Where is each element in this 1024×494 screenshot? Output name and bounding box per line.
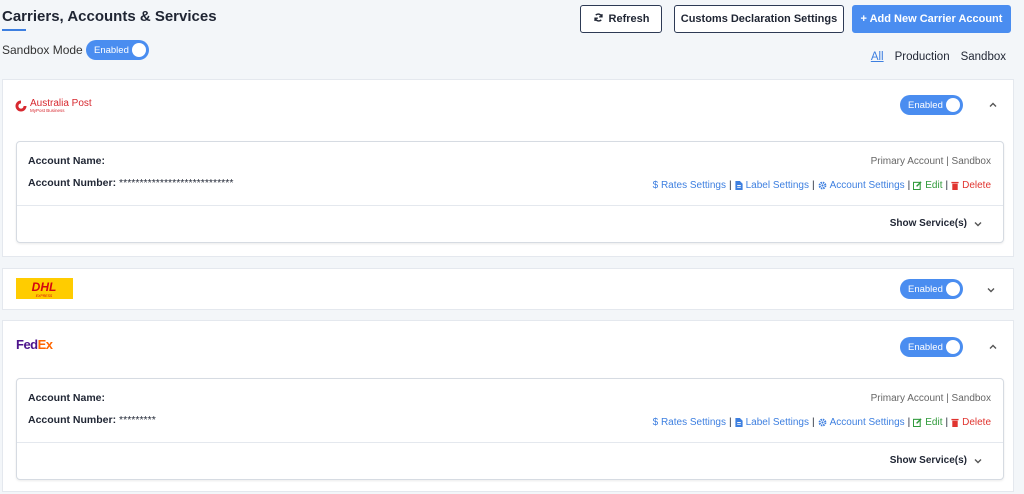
sandbox-toggle-label: Enabled — [94, 44, 129, 56]
carrier-panel-australia-post: Australia Post MyPost Business Enabled A… — [2, 79, 1014, 257]
edit-icon — [913, 418, 922, 427]
gear-icon — [818, 418, 826, 427]
label-settings-link[interactable]: Label Settings — [734, 180, 809, 191]
refresh-button[interactable]: Refresh — [580, 5, 662, 33]
dhl-enabled-toggle[interactable]: Enabled — [900, 279, 963, 299]
page-title: Carriers, Accounts & Services — [2, 8, 217, 25]
account-name-label: Account Name: — [28, 155, 106, 167]
label-settings-text: Label Settings — [745, 417, 809, 428]
toggle-knob — [132, 43, 146, 57]
rates-settings-link[interactable]: $ Rates Settings — [653, 180, 726, 191]
account-name-label: Account Name: — [28, 392, 106, 404]
toggle-knob — [946, 340, 960, 354]
dhl-logo-text: DHL — [32, 280, 57, 294]
toggle-label: Enabled — [908, 283, 943, 295]
account-meta: Primary Account | Sandbox — [870, 156, 991, 167]
show-services-toggle[interactable]: Show Service(s) — [890, 455, 983, 466]
show-services-label: Show Service(s) — [889, 218, 967, 229]
account-number-value: ********* — [119, 414, 156, 426]
australia-post-logo-subtext: MyPost Business — [30, 108, 65, 113]
toggle-label: Enabled — [908, 99, 943, 111]
rates-settings-link[interactable]: $ Rates Settings — [653, 417, 726, 428]
account-settings-text: Account Settings — [829, 180, 905, 191]
trash-icon — [951, 181, 959, 190]
filter-production[interactable]: Production — [895, 51, 950, 63]
chevron-up-icon[interactable] — [988, 342, 998, 352]
edit-link[interactable]: Edit — [913, 417, 942, 428]
account-card: Account Name: Account Number: ********* … — [16, 378, 1004, 480]
toggle-knob — [946, 98, 960, 112]
trash-icon — [951, 418, 959, 427]
australia-post-enabled-toggle[interactable]: Enabled — [900, 95, 963, 115]
fedex-logo-ex: Ex — [37, 337, 53, 352]
delete-link[interactable]: Delete — [951, 180, 991, 191]
fedex-enabled-toggle[interactable]: Enabled — [900, 337, 963, 357]
fedex-logo-fed: Fed — [16, 337, 38, 352]
carrier-panel-dhl: DHL EXPRESS Enabled — [2, 268, 1014, 310]
account-card: Account Name: Account Number: **********… — [16, 141, 1004, 243]
account-number: Account Number: ************************… — [28, 177, 233, 189]
delete-link[interactable]: Delete — [951, 417, 991, 428]
environment-filters: All Production Sandbox — [871, 51, 1006, 63]
label-settings-text: Label Settings — [745, 180, 809, 191]
toggle-label: Enabled — [908, 341, 943, 353]
delete-text: Delete — [962, 180, 991, 191]
account-number-label: Account Number: — [28, 414, 117, 426]
fedex-logo: FedEx — [16, 337, 53, 352]
carrier-panel-fedex: FedEx Enabled Account Name: Account Numb… — [2, 320, 1014, 492]
customs-label: Customs Declaration Settings — [680, 13, 838, 25]
edit-link[interactable]: Edit — [913, 180, 942, 191]
separator: | — [728, 417, 732, 428]
account-actions: $ Rates Settings | Label Settings | Acco… — [653, 180, 991, 191]
chevron-up-icon[interactable] — [988, 100, 998, 110]
separator: | — [945, 180, 949, 191]
gear-icon — [818, 181, 826, 190]
separator: | — [728, 180, 732, 191]
title-underline — [2, 29, 26, 31]
edit-text: Edit — [925, 180, 943, 191]
sandbox-mode-label: Sandbox Mode — [2, 43, 83, 57]
filter-all[interactable]: All — [871, 51, 884, 63]
card-divider — [17, 205, 1003, 206]
chevron-down-icon — [973, 456, 983, 466]
dhl-logo: DHL EXPRESS — [16, 278, 73, 299]
add-carrier-label: + Add New Carrier Account — [860, 13, 1003, 25]
account-meta: Primary Account | Sandbox — [870, 393, 991, 404]
australia-post-logo: Australia Post MyPost Business — [15, 99, 92, 114]
separator: | — [811, 180, 815, 191]
separator: | — [945, 417, 949, 428]
add-carrier-account-button[interactable]: + Add New Carrier Account — [852, 5, 1011, 33]
delete-text: Delete — [962, 417, 991, 428]
edit-text: Edit — [925, 417, 943, 428]
separator: | — [907, 180, 911, 191]
customs-declaration-settings-button[interactable]: Customs Declaration Settings — [674, 5, 844, 33]
account-number: Account Number: ********* — [28, 414, 156, 426]
australia-post-emblem-icon — [15, 100, 27, 112]
refresh-icon — [593, 12, 604, 26]
toggle-knob — [946, 282, 960, 296]
account-settings-link[interactable]: Account Settings — [818, 417, 905, 428]
document-icon — [734, 418, 743, 427]
show-services-toggle[interactable]: Show Service(s) — [890, 218, 983, 229]
card-divider — [17, 442, 1003, 443]
account-settings-text: Account Settings — [829, 417, 905, 428]
sandbox-mode-toggle[interactable]: Enabled — [86, 40, 149, 60]
show-services-label: Show Service(s) — [889, 455, 967, 466]
chevron-down-icon[interactable] — [986, 285, 996, 295]
filter-sandbox[interactable]: Sandbox — [961, 51, 1006, 63]
edit-icon — [913, 181, 922, 190]
refresh-label: Refresh — [608, 13, 650, 25]
label-settings-link[interactable]: Label Settings — [734, 417, 809, 428]
document-icon — [734, 181, 743, 190]
account-settings-link[interactable]: Account Settings — [818, 180, 905, 191]
chevron-down-icon — [973, 219, 983, 229]
account-actions: $ Rates Settings | Label Settings | Acco… — [653, 417, 991, 428]
separator: | — [907, 417, 911, 428]
account-number-value: **************************** — [119, 177, 234, 189]
separator: | — [811, 417, 815, 428]
dhl-logo-subtext: EXPRESS — [36, 294, 53, 298]
account-number-label: Account Number: — [28, 177, 117, 189]
